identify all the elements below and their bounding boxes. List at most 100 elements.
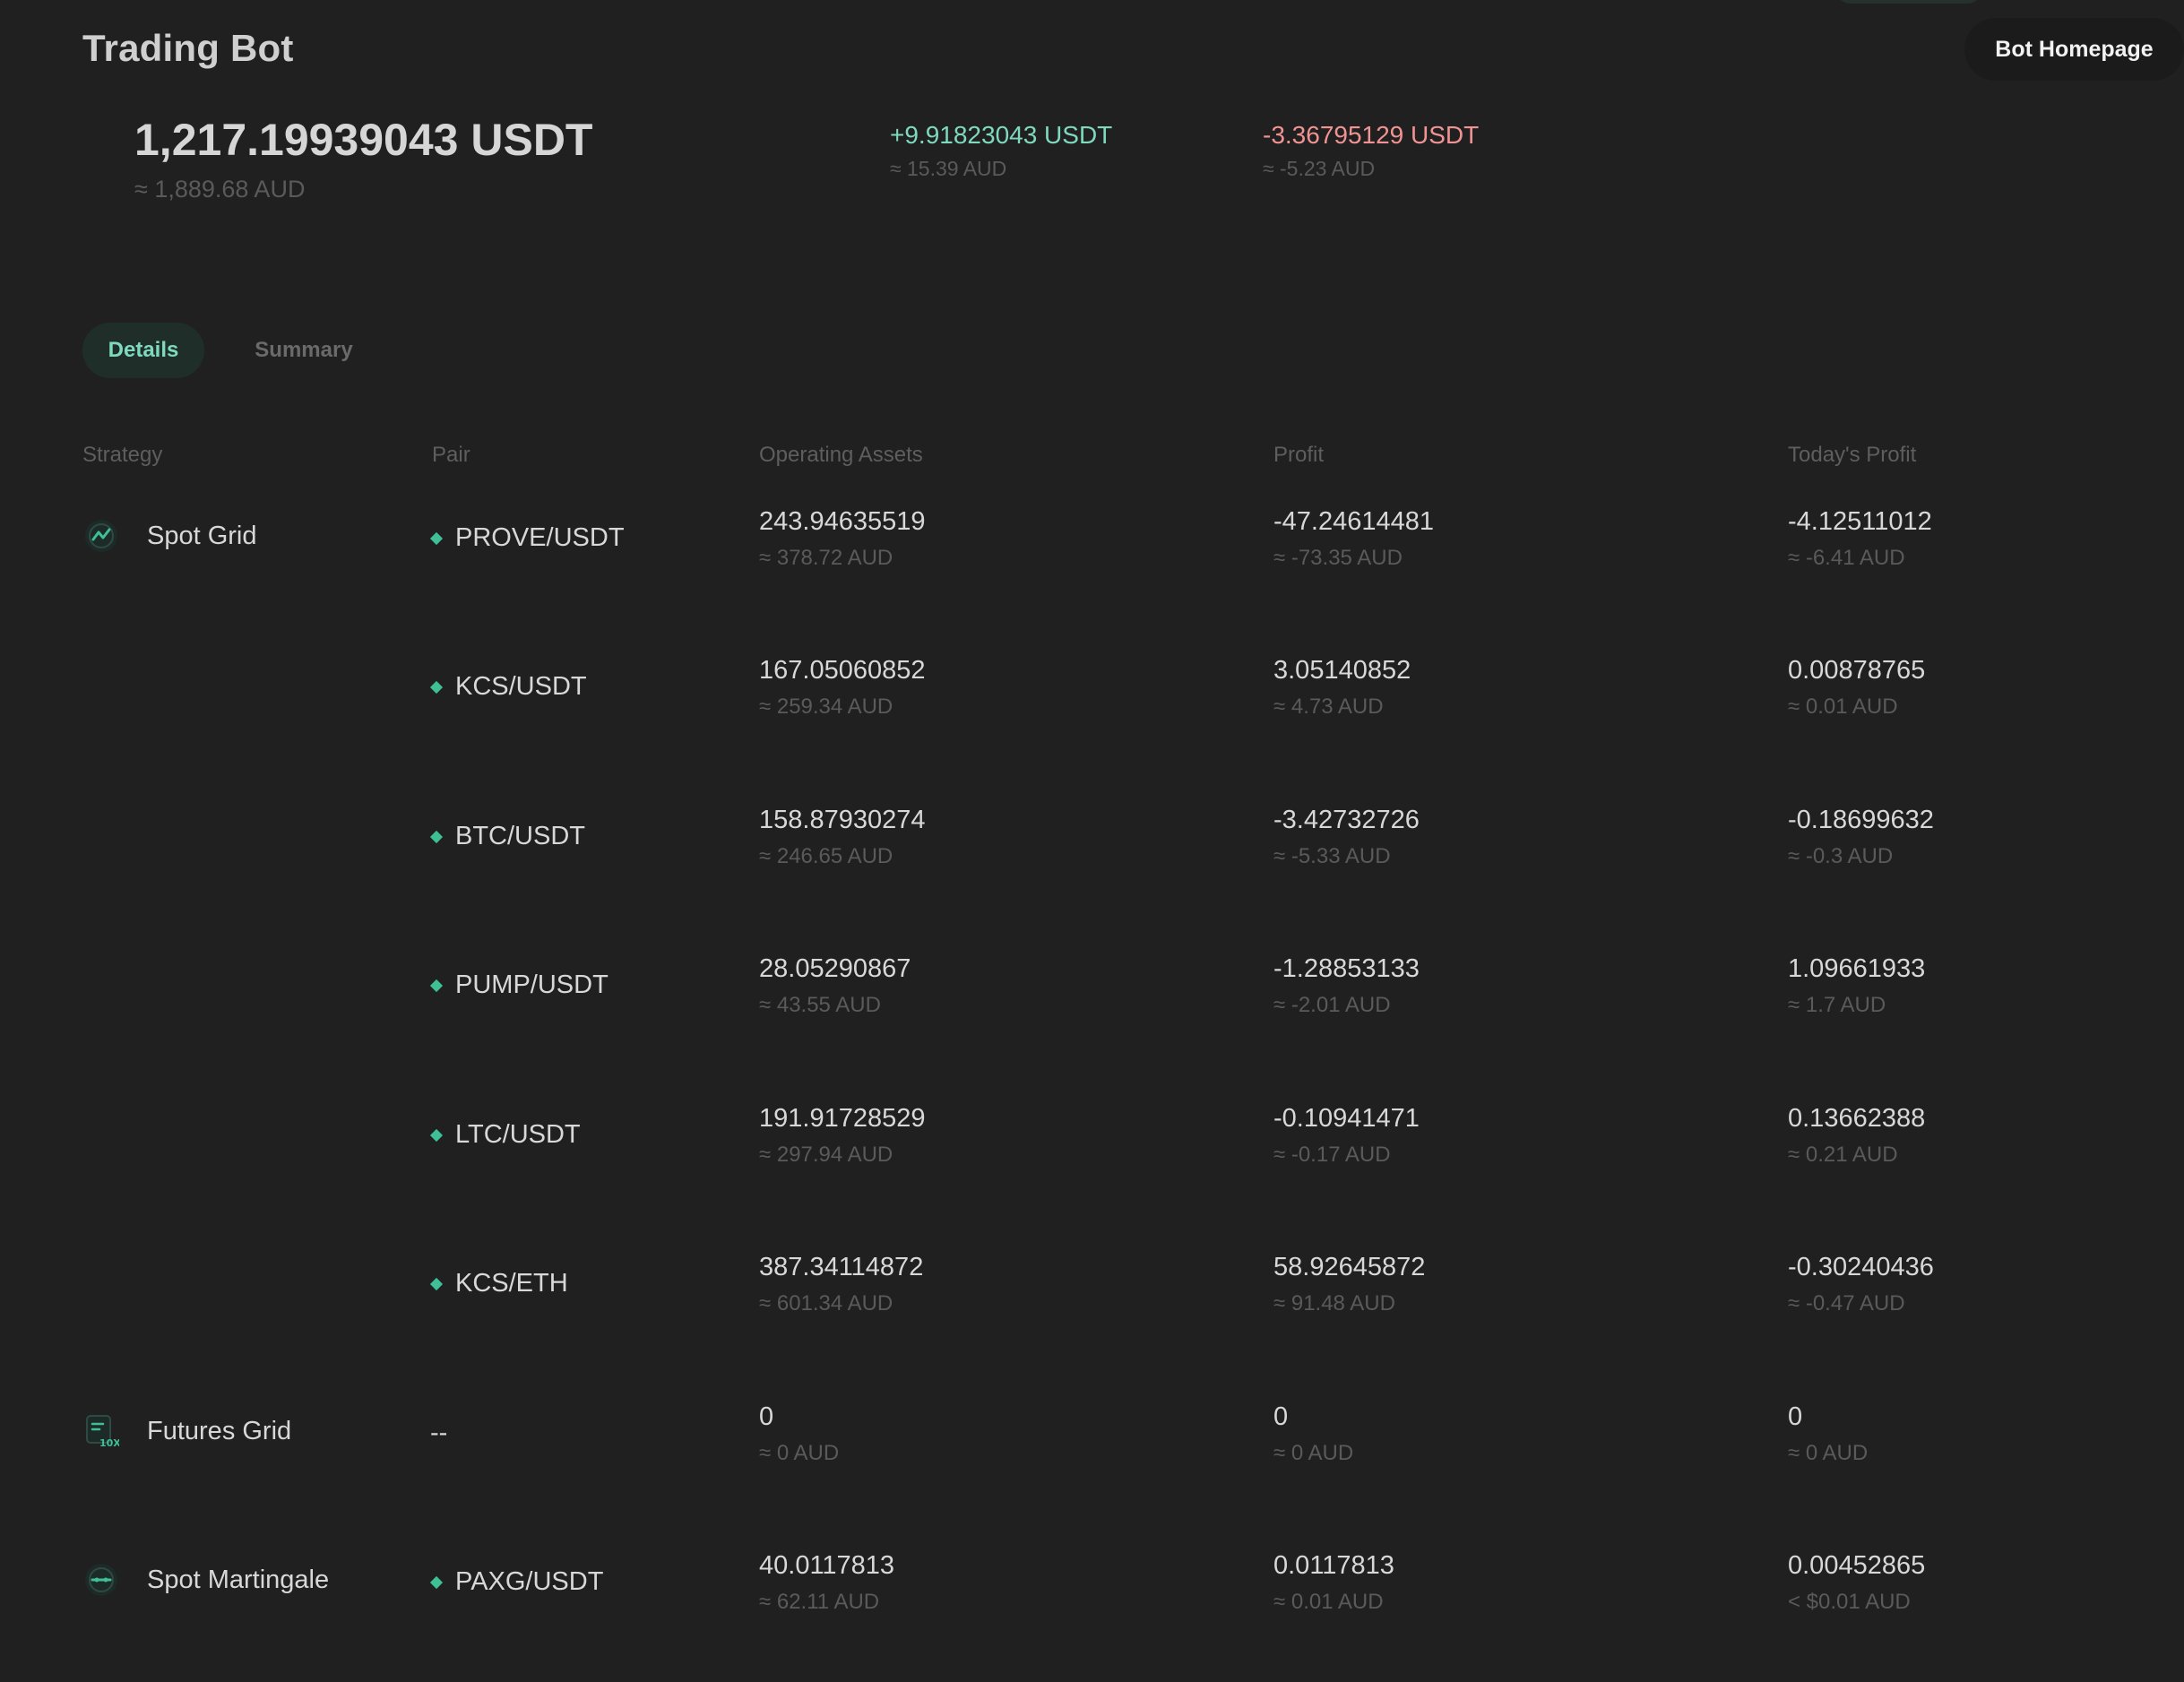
operating-assets-value: 40.0117813 (759, 1551, 895, 1580)
profit-fiat: ≈ 4.73 AUD (1273, 694, 1384, 719)
futures-grid-icon: 10X (82, 1412, 120, 1450)
profit-value: -0.10941471 (1273, 1104, 1420, 1133)
profit-value: -3.42732726 (1273, 806, 1420, 834)
tab-details[interactable]: Details (82, 323, 204, 378)
strategy-name: Futures Grid (147, 1416, 292, 1445)
profit-cell: -3.42732726 ≈ -5.33 AUD (1273, 805, 1420, 869)
operating-assets-fiat: ≈ 43.55 AUD (759, 993, 881, 1017)
todays-profit-cell: -4.12511012 ≈ -6.41 AUD (1788, 506, 1932, 571)
profit-cell: 3.05140852 ≈ 4.73 AUD (1273, 655, 1411, 720)
profit-value: -47.24614481 (1273, 507, 1434, 536)
pair-cell: BTC/USDT (429, 822, 585, 851)
profit-cell: -47.24614481 ≈ -73.35 AUD (1273, 506, 1434, 571)
total-assets-value: 1,217.19939043 USDT (134, 115, 593, 165)
pair-cell: KCS/ETH (429, 1269, 568, 1298)
pair-marker-icon (429, 1575, 444, 1589)
pair-label: KCS/USDT (455, 672, 587, 701)
operating-assets-fiat: ≈ 601.34 AUD (759, 1291, 893, 1315)
table-row[interactable]: Spot Grid PROVE/USDT 243.94635519 ≈ 378.72 … (0, 489, 2184, 638)
todays-profit-value: 1.09661933 (1788, 954, 1926, 983)
todays-profit-fiat: ≈ -6.41 AUD (1788, 546, 1905, 570)
operating-assets-fiat: ≈ 378.72 AUD (759, 546, 893, 570)
pair-label: PROVE/USDT (455, 523, 625, 552)
header-profit: Profit (1273, 443, 1325, 467)
profit-fiat: ≈ -73.35 AUD (1273, 546, 1403, 570)
todays-profit-cell: 0.00878765 ≈ 0.01 AUD (1788, 655, 1925, 720)
profit-value: 3.05140852 (1273, 656, 1411, 685)
pair-marker-icon (429, 979, 444, 992)
todays-profit-value: -0.30240436 (1788, 1253, 1934, 1281)
todays-profit-fiat: ≈ 0 AUD (1788, 1441, 1869, 1465)
todays-profit-fiat: ≈ 0.01 AUD (1788, 694, 1898, 719)
todays-profit-cell: 0.13662388 ≈ 0.21 AUD (1788, 1103, 1925, 1168)
summary-stat-positive: +9.91823043 USDT ≈ 15.39 AUD (890, 121, 1112, 181)
operating-assets-cell: 191.91728529 ≈ 297.94 AUD (759, 1103, 925, 1168)
table-row[interactable]: LTC/USDT 191.91728529 ≈ 297.94 AUD -0.10941… (0, 1086, 2184, 1235)
operating-assets-value: 0 (759, 1402, 774, 1431)
operating-assets-fiat: ≈ 259.34 AUD (759, 694, 893, 719)
table-row[interactable]: 10X Futures Grid -- 0 ≈ 0 AUD 0 ≈ 0 AUD 0 ≈ 0 AU… (0, 1384, 2184, 1533)
pair-cell: -- (430, 1419, 447, 1448)
pair-marker-icon (429, 1128, 444, 1142)
pair-marker-icon (429, 830, 444, 843)
operating-assets-cell: 28.05290867 ≈ 43.55 AUD (759, 953, 911, 1018)
operating-assets-cell: 243.94635519 ≈ 378.72 AUD (759, 506, 925, 571)
operating-assets-value: 158.87930274 (759, 806, 926, 834)
table-row[interactable]: KCS/USDT 167.05060852 ≈ 259.34 AUD 3.051408… (0, 638, 2184, 787)
strategy-cell: Spot Grid (82, 517, 257, 555)
header-operating-assets: Operating Assets (759, 443, 923, 467)
pair-label: LTC/USDT (455, 1120, 581, 1149)
total-assets: 1,217.19939043 USDT ≈ 1,889.68 AUD (134, 115, 592, 203)
table-row[interactable]: KCS/ETH 387.34114872 ≈ 601.34 AUD 58.926458… (0, 1235, 2184, 1384)
todays-profit-cell: 1.09661933 ≈ 1.7 AUD (1788, 953, 1925, 1018)
pair-marker-icon (429, 531, 444, 545)
profit-fiat: ≈ 0 AUD (1273, 1441, 1354, 1465)
todays-profit-fiat: ≈ 0.21 AUD (1788, 1143, 1898, 1167)
pair-label: KCS/ETH (455, 1269, 568, 1298)
operating-assets-cell: 40.0117813 ≈ 62.11 AUD (759, 1550, 894, 1615)
operating-assets-value: 167.05060852 (759, 656, 926, 685)
profit-cell: 0.0117813 ≈ 0.01 AUD (1273, 1550, 1394, 1615)
pair-marker-icon (429, 680, 444, 694)
operating-assets-value: 243.94635519 (759, 507, 926, 536)
operating-assets-fiat: ≈ 62.11 AUD (759, 1590, 880, 1614)
header-strategy: Strategy (82, 443, 163, 467)
table-row[interactable]: PUMP/USDT 28.05290867 ≈ 43.55 AUD -1.288531… (0, 936, 2184, 1085)
strategy-name: Spot Martingale (147, 1565, 330, 1594)
header-todays-profit: Today's Profit (1788, 443, 1917, 467)
pair-marker-icon (429, 1277, 444, 1290)
pair-label: -- (430, 1419, 448, 1447)
todays-profit-cell: 0 ≈ 0 AUD (1788, 1402, 1868, 1466)
strategy-name: Spot Grid (147, 521, 257, 550)
profit-cell: -1.28853133 ≈ -2.01 AUD (1273, 953, 1420, 1018)
pair-cell: PAXG/USDT (429, 1567, 603, 1597)
pair-cell: LTC/USDT (429, 1120, 581, 1150)
bot-homepage-button[interactable]: Bot Homepage (1964, 18, 2184, 81)
todays-profit-fiat: ≈ -0.3 AUD (1788, 844, 1894, 868)
table-row[interactable]: BTC/USDT 158.87930274 ≈ 246.65 AUD -3.42732… (0, 788, 2184, 936)
todays-profit-value: -0.18699632 (1788, 806, 1934, 834)
operating-assets-fiat: ≈ 297.94 AUD (759, 1143, 893, 1167)
svg-text:10X: 10X (99, 1437, 119, 1449)
top-status-pill (1837, 0, 1981, 4)
summary-stat-negative-value: -3.36795129 USDT (1263, 121, 1480, 149)
summary-stat-positive-fiat: ≈ 15.39 AUD (890, 157, 1007, 180)
profit-fiat: ≈ -5.33 AUD (1273, 844, 1391, 868)
strategy-cell: 10X Futures Grid (82, 1412, 291, 1450)
todays-profit-value: 0 (1788, 1402, 1803, 1431)
todays-profit-value: -4.12511012 (1788, 507, 1932, 536)
operating-assets-value: 191.91728529 (759, 1104, 926, 1133)
summary-stat-negative: -3.36795129 USDT ≈ -5.23 AUD (1263, 121, 1479, 181)
table-row[interactable]: Spot Martingale PAXG/USDT 40.0117813 ≈ 62.1… (0, 1533, 2184, 1682)
spot-grid-icon (82, 517, 120, 555)
operating-assets-cell: 0 ≈ 0 AUD (759, 1402, 839, 1466)
pair-label: BTC/USDT (455, 822, 585, 850)
profit-cell: -0.10941471 ≈ -0.17 AUD (1273, 1103, 1420, 1168)
operating-assets-value: 28.05290867 (759, 954, 911, 983)
todays-profit-cell: -0.18699632 ≈ -0.3 AUD (1788, 805, 1934, 869)
tab-summary[interactable]: Summary (242, 323, 366, 378)
summary-stat-positive-value: +9.91823043 USDT (890, 121, 1113, 149)
profit-value: 0.0117813 (1273, 1551, 1394, 1580)
header-pair: Pair (432, 443, 470, 467)
profit-value: -1.28853133 (1273, 954, 1420, 983)
